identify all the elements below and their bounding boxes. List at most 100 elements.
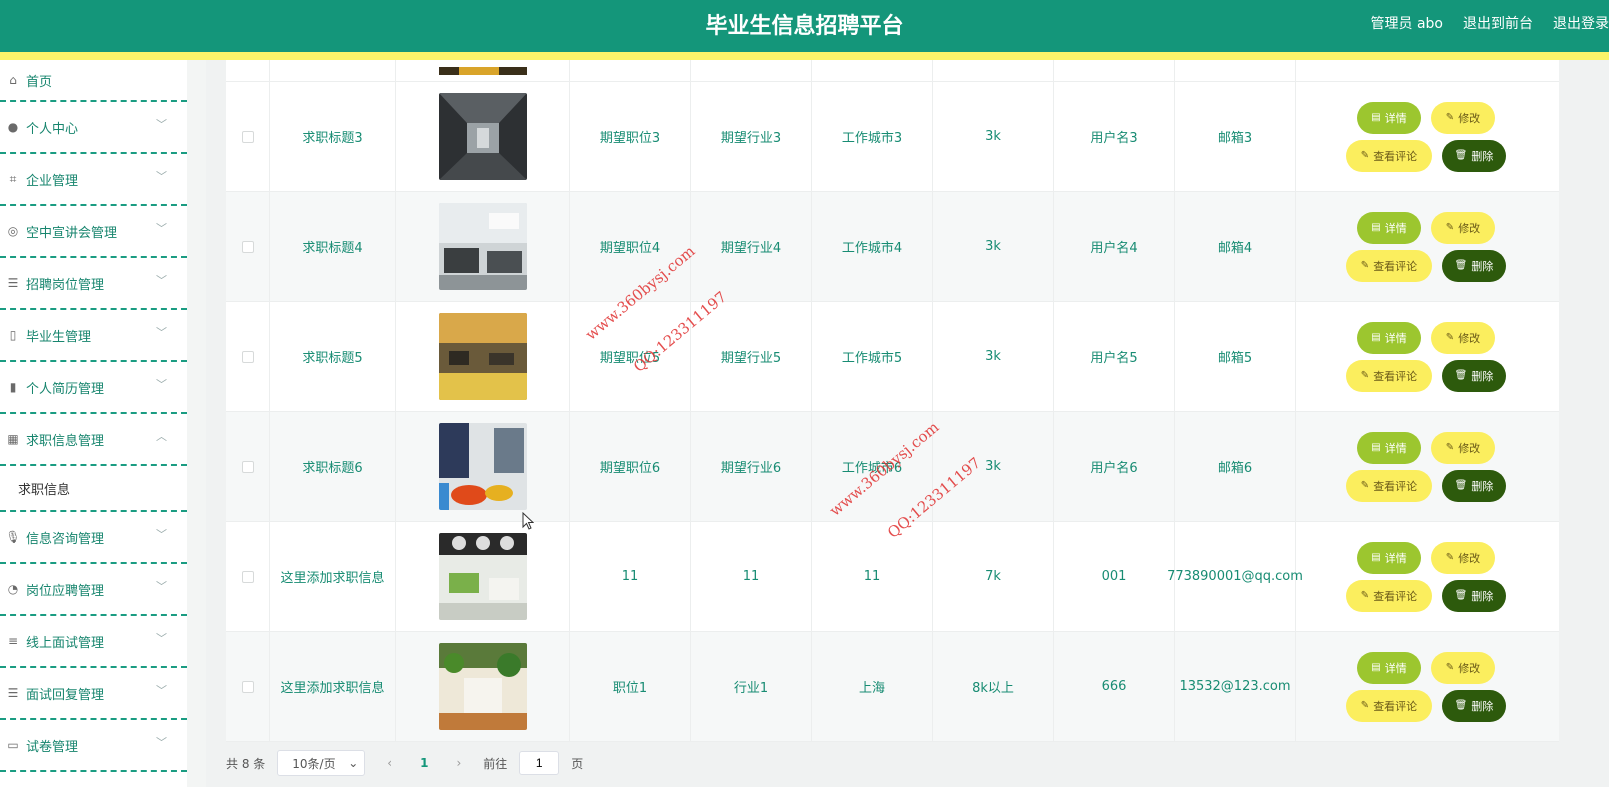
view-comments-button[interactable]: ✎ 查看评论 (1346, 469, 1432, 502)
detail-button[interactable]: ▤ 详情 (1357, 321, 1421, 354)
sidebar-item-seminar[interactable]: ◎ 空中宣讲会管理 ﹀ (0, 206, 187, 258)
delete-button[interactable]: 🗑 删除 (1442, 579, 1506, 612)
page-number[interactable]: 1 (414, 756, 434, 770)
work-city: 工作城市3 (812, 82, 933, 191)
delete-button[interactable]: 🗑 删除 (1442, 359, 1506, 392)
delete-button[interactable]: 🗑 删除 (1442, 689, 1506, 722)
edit-button[interactable]: ✎ 修改 (1431, 651, 1495, 684)
delete-button[interactable]: 🗑 删除 (1442, 249, 1506, 282)
expected-industry: 期望行业3 (691, 82, 812, 191)
row-actions: ▤ 详情 ✎ 修改 ✎ 查看评论 🗑 删除 (1296, 412, 1556, 521)
salary: 7k (933, 522, 1054, 631)
list-icon: ≡ (7, 634, 19, 648)
app-title: 毕业生信息招聘平台 (705, 14, 904, 39)
detail-button[interactable]: ▤ 详情 (1357, 651, 1421, 684)
detail-button[interactable]: ▤ 详情 (1357, 541, 1421, 574)
battery-icon: ▯ (9, 328, 17, 342)
detail-button[interactable]: ▤ 详情 (1357, 431, 1421, 464)
row-checkbox[interactable] (241, 680, 254, 693)
view-comments-button[interactable]: ✎ 查看评论 (1346, 689, 1432, 722)
sidebar-item-interview-reply[interactable]: ☰ 面试回复管理 ﹀ (0, 668, 187, 720)
chevron-down-icon: ﹀ (156, 528, 167, 541)
sidebar-item-applications[interactable]: ◔ 岗位应聘管理 ﹀ (0, 564, 187, 616)
view-comments-button[interactable]: ✎ 查看评论 (1346, 359, 1432, 392)
delete-button[interactable]: 🗑 删除 (1442, 139, 1506, 172)
chevron-down-icon: ﹀ (156, 274, 167, 287)
sidebar-item-company[interactable]: ⌗ 企业管理 ﹀ (0, 154, 187, 206)
job-photo (438, 313, 527, 400)
sidebar-item-home[interactable]: ⌂ 首页 (0, 60, 187, 102)
row-checkbox[interactable] (241, 460, 254, 473)
document-icon: ▤ (1371, 332, 1381, 343)
sidebar-item-job-seeking[interactable]: ▦ 求职信息管理 ︿ (0, 414, 187, 466)
row-checkbox[interactable] (241, 350, 254, 363)
header-stripe (0, 52, 1609, 60)
edit-button[interactable]: ✎ 修改 (1431, 321, 1495, 354)
expected-industry: 期望行业5 (691, 302, 812, 411)
total-count: 共 8 条 (226, 756, 266, 771)
row-checkbox[interactable] (241, 240, 254, 253)
work-city: 工作城市4 (812, 192, 933, 301)
sidebar-item-label: 岗位应聘管理 (26, 583, 105, 599)
salary: 3k (933, 192, 1054, 301)
job-title: 求职标题6 (270, 412, 396, 521)
goto-page-input[interactable] (519, 751, 560, 775)
sidebar-subitem-job-info[interactable]: 求职信息 (0, 466, 187, 512)
lifebuoy-icon: ◎ (7, 224, 19, 238)
table-row: 求职标题5 期望职位5 期望行业5 工作城市5 3k 用户名5 邮箱5 ▤ 详情 … (226, 302, 1559, 412)
email: 邮箱6 (1175, 412, 1296, 521)
sidebar-item-job-posts[interactable]: ☰ 招聘岗位管理 ﹀ (0, 258, 187, 310)
sidebar-item-exam-paper[interactable]: ▭ 试卷管理 ﹀ (0, 720, 187, 772)
detail-button[interactable]: ▤ 详情 (1357, 101, 1421, 134)
table-row: 求职标题4 期望职位4 期望行业4 工作城市4 3k 用户名4 邮箱4 ▤ 详情 … (226, 192, 1559, 302)
trash-icon: 🗑 (1454, 590, 1468, 601)
monitor-icon: ▭ (7, 738, 19, 752)
chevron-down-icon: ﹀ (156, 170, 167, 183)
work-city: 上海 (812, 632, 933, 741)
goto-suffix: 页 (571, 756, 584, 771)
next-page-icon[interactable]: › (446, 756, 471, 770)
expected-position: 职位1 (570, 632, 691, 741)
goto-prefix: 前往 (483, 756, 508, 771)
document-icon: ▤ (1371, 222, 1381, 233)
sidebar-item-interview[interactable]: ≡ 线上面试管理 ﹀ (0, 616, 187, 668)
page-size-select[interactable]: 10条/页 ⌄ (277, 750, 366, 776)
logout-link[interactable]: 退出登录 (1553, 13, 1609, 33)
sidebar-item-resume[interactable]: ▮ 个人简历管理 ﹀ (0, 362, 187, 414)
edit-button[interactable]: ✎ 修改 (1431, 101, 1495, 134)
sidebar-item-consult[interactable]: 🎙 信息咨询管理 ﹀ (0, 512, 187, 564)
view-comments-button[interactable]: ✎ 查看评论 (1346, 579, 1432, 612)
row-actions: ▤ 详情 ✎ 修改 ✎ 查看评论 🗑 删除 (1296, 192, 1556, 301)
work-city: 11 (812, 522, 933, 631)
trash-icon: 🗑 (1454, 480, 1468, 491)
sidebar-item-graduates[interactable]: ▯ 毕业生管理 ﹀ (0, 310, 187, 362)
row-checkbox[interactable] (241, 130, 254, 143)
job-title: 求职标题3 (270, 82, 396, 191)
edit-button[interactable]: ✎ 修改 (1431, 211, 1495, 244)
job-seeking-table: 求职标题3 期望职位3 期望行业3 工作城市3 3k 用户名3 邮箱3 ▤ 详情 … (226, 60, 1559, 742)
sidebar-item-label: 首页 (26, 74, 53, 90)
job-photo (438, 533, 527, 620)
pencil-icon: ✎ (1360, 260, 1370, 271)
expected-industry: 期望行业4 (691, 192, 812, 301)
sidebar-item-personal-center[interactable]: ● 个人中心 ﹀ (0, 102, 187, 154)
sidebar-item-label: 线上面试管理 (26, 635, 105, 651)
job-title: 求职标题5 (270, 302, 396, 411)
bar-chart-icon: ▮ (9, 380, 17, 394)
sidebar-subitem-label: 求职信息 (18, 482, 71, 498)
prev-page-icon[interactable]: ‹ (377, 756, 402, 770)
pencil-icon: ✎ (1445, 552, 1455, 563)
pencil-icon: ✎ (1445, 332, 1455, 343)
view-comments-button[interactable]: ✎ 查看评论 (1346, 139, 1432, 172)
table-row: 求职标题3 期望职位3 期望行业3 工作城市3 3k 用户名3 邮箱3 ▤ 详情 … (226, 82, 1559, 192)
exit-to-front-link[interactable]: 退出到前台 (1463, 13, 1533, 33)
edit-button[interactable]: ✎ 修改 (1431, 541, 1495, 574)
trash-icon: 🗑 (1454, 150, 1468, 161)
detail-button[interactable]: ▤ 详情 (1357, 211, 1421, 244)
edit-button[interactable]: ✎ 修改 (1431, 431, 1495, 464)
sidebar-item-label: 信息咨询管理 (26, 531, 105, 547)
row-checkbox[interactable] (241, 570, 254, 583)
view-comments-button[interactable]: ✎ 查看评论 (1346, 249, 1432, 282)
salary: 3k (933, 302, 1054, 411)
delete-button[interactable]: 🗑 删除 (1442, 469, 1506, 502)
